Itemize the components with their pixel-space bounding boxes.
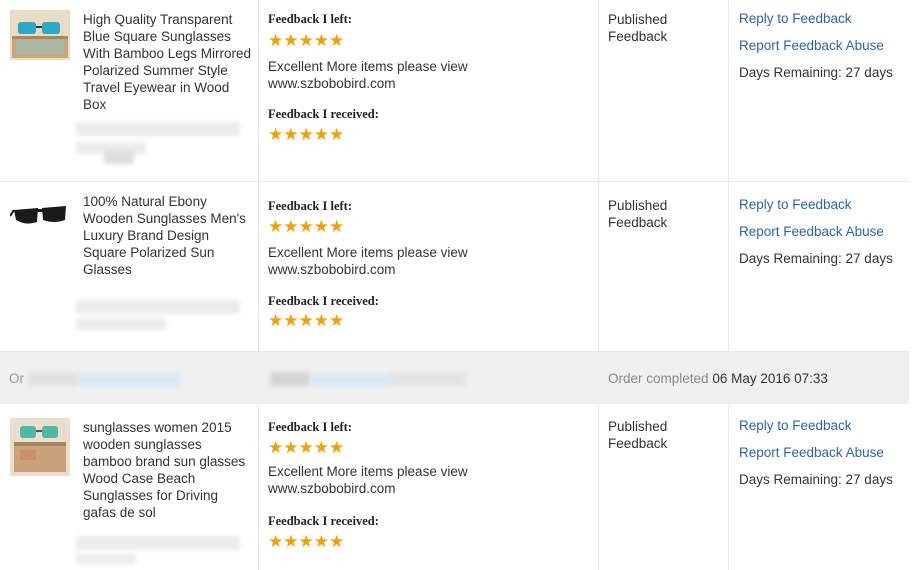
product-cell: High Quality Transparent Blue Square Sun… bbox=[0, 0, 258, 181]
redacted-store-name bbox=[390, 372, 466, 386]
status-cell: Published Feedback bbox=[598, 404, 728, 570]
feedback-row: High Quality Transparent Blue Square Sun… bbox=[0, 0, 909, 182]
product-thumbnail[interactable] bbox=[10, 194, 70, 244]
days-remaining: Days Remaining: 27 days bbox=[739, 251, 893, 266]
redacted-store-name[interactable] bbox=[310, 374, 390, 386]
feedback-left-label: Feedback I left: bbox=[268, 199, 353, 213]
feedback-received-stars: ★★★★★ bbox=[268, 311, 345, 330]
report-feedback-abuse-link[interactable]: Report Feedback Abuse bbox=[739, 445, 884, 460]
product-cell: 100% Natural Ebony Wooden Sunglasses Men… bbox=[0, 182, 258, 351]
reply-to-feedback-link[interactable]: Reply to Feedback bbox=[739, 197, 852, 212]
feedback-left-text: Excellent More items please view www.szb… bbox=[268, 245, 468, 277]
days-remaining: Days Remaining: 27 days bbox=[739, 472, 893, 487]
product-title[interactable]: 100% Natural Ebony Wooden Sunglasses Men… bbox=[83, 193, 253, 278]
report-feedback-abuse-link[interactable]: Report Feedback Abuse bbox=[739, 38, 884, 53]
order-header-bar: Or Order completed 06 May 2016 07:33 bbox=[0, 352, 909, 404]
feedback-row: 100% Natural Ebony Wooden Sunglasses Men… bbox=[0, 182, 909, 352]
actions-cell: Reply to Feedback Report Feedback Abuse … bbox=[728, 182, 909, 351]
feedback-left-stars: ★★★★★ bbox=[268, 438, 345, 457]
feedback-left-label: Feedback I left: bbox=[268, 420, 353, 434]
actions-cell: Reply to Feedback Report Feedback Abuse … bbox=[728, 0, 909, 181]
feedback-received-label: Feedback I received: bbox=[268, 294, 379, 308]
redacted-order-id bbox=[28, 372, 78, 386]
order-completed-date: 06 May 2016 07:33 bbox=[712, 371, 828, 386]
status-cell: Published Feedback bbox=[598, 0, 728, 181]
feedback-received-label: Feedback I received: bbox=[268, 107, 379, 121]
reply-to-feedback-link[interactable]: Reply to Feedback bbox=[739, 11, 852, 26]
product-thumbnail[interactable] bbox=[10, 418, 70, 476]
redacted-text bbox=[76, 318, 166, 330]
feedback-left-stars: ★★★★★ bbox=[268, 31, 345, 50]
status-text: Published Feedback bbox=[608, 198, 668, 230]
actions-cell: Reply to Feedback Report Feedback Abuse … bbox=[728, 404, 909, 570]
redacted-text bbox=[76, 300, 240, 314]
feedback-cell: Feedback I left: ★★★★★ Excellent More it… bbox=[258, 404, 598, 570]
report-feedback-abuse-link[interactable]: Report Feedback Abuse bbox=[739, 224, 884, 239]
days-remaining: Days Remaining: 27 days bbox=[739, 65, 893, 80]
redacted-store-name bbox=[270, 372, 310, 386]
redacted-order-id[interactable] bbox=[78, 374, 180, 386]
redacted-text bbox=[76, 536, 240, 550]
status-text: Published Feedback bbox=[608, 12, 668, 44]
feedback-received-stars: ★★★★★ bbox=[268, 125, 345, 144]
redacted-text bbox=[76, 554, 136, 564]
product-cell: sunglasses women 2015 wooden sunglasses … bbox=[0, 404, 258, 570]
feedback-left-label: Feedback I left: bbox=[268, 12, 353, 26]
product-thumbnail[interactable] bbox=[10, 10, 70, 60]
feedback-row: sunglasses women 2015 wooden sunglasses … bbox=[0, 404, 909, 570]
feedback-received-stars: ★★★★★ bbox=[268, 532, 345, 551]
reply-to-feedback-link[interactable]: Reply to Feedback bbox=[739, 418, 852, 433]
feedback-left-text: Excellent More items please view www.szb… bbox=[268, 59, 468, 91]
feedback-left-text: Excellent More items please view www.szb… bbox=[268, 464, 468, 496]
product-title[interactable]: High Quality Transparent Blue Square Sun… bbox=[83, 11, 253, 113]
status-cell: Published Feedback bbox=[598, 182, 728, 351]
feedback-received-label: Feedback I received: bbox=[268, 514, 379, 528]
product-title[interactable]: sunglasses women 2015 wooden sunglasses … bbox=[83, 419, 253, 521]
feedback-cell: Feedback I left: ★★★★★ Excellent More it… bbox=[258, 0, 598, 181]
order-completed-info: Order completed 06 May 2016 07:33 bbox=[608, 371, 828, 386]
redacted-text bbox=[76, 122, 240, 136]
redacted-text bbox=[104, 150, 134, 164]
feedback-cell: Feedback I left: ★★★★★ Excellent More it… bbox=[258, 182, 598, 351]
status-text: Published Feedback bbox=[608, 419, 668, 451]
order-id-prefix: Or bbox=[9, 371, 24, 386]
order-completed-label: Order completed bbox=[608, 371, 709, 386]
feedback-left-stars: ★★★★★ bbox=[268, 217, 345, 236]
